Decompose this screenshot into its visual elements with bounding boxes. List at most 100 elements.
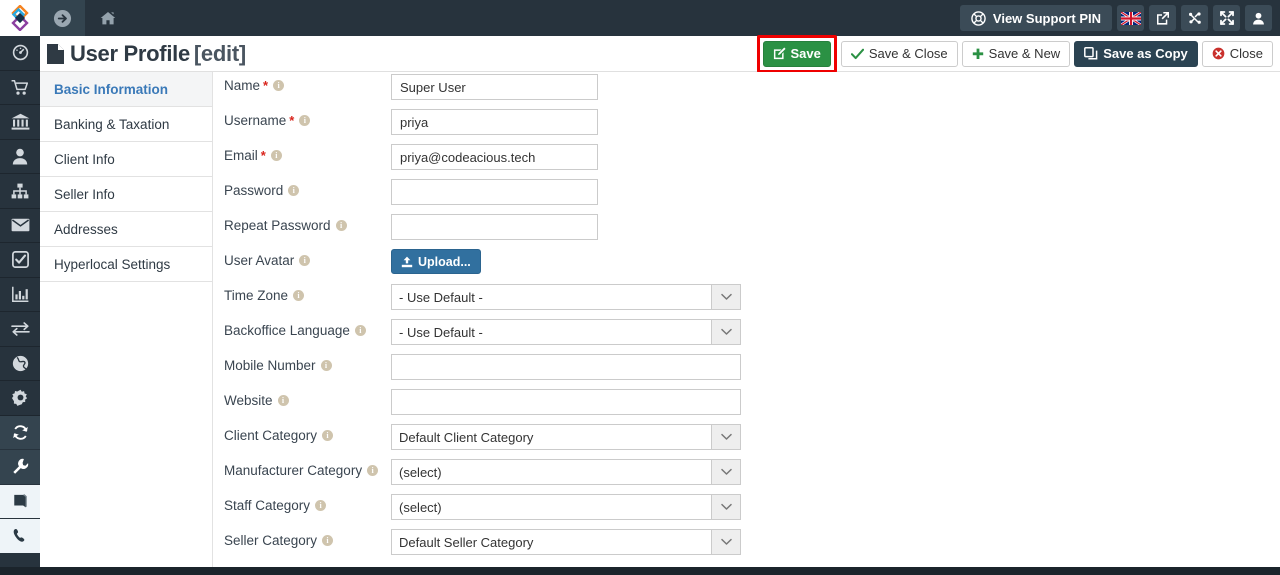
form-row-manufacturer-category: Manufacturer Category i (select) [213, 457, 1280, 492]
close-button[interactable]: Close [1201, 40, 1273, 67]
tab-seller-info[interactable]: Seller Info [40, 177, 212, 212]
info-icon[interactable]: i [299, 115, 311, 126]
info-icon[interactable]: i [277, 395, 289, 406]
tab-label: Client Info [54, 151, 115, 167]
sidebar-item-tasks[interactable] [0, 243, 40, 278]
sidebar-item-dashboard[interactable] [0, 36, 40, 71]
info-icon[interactable]: i [354, 325, 366, 336]
label-time-zone: Time Zone i [213, 282, 391, 303]
label-user-avatar: User Avatar i [213, 247, 391, 268]
time-zone-select[interactable]: - Use Default - [391, 284, 741, 310]
sidebar-item-shop[interactable] [0, 71, 40, 105]
client-category-select[interactable]: Default Client Category [391, 424, 741, 450]
tab-addresses[interactable]: Addresses [40, 212, 212, 247]
tab-label: Banking & Taxation [54, 116, 170, 132]
field-label-text: Time Zone [224, 288, 289, 303]
password-input[interactable] [391, 179, 598, 205]
fullscreen-button[interactable] [1213, 5, 1240, 31]
field-client-category: Default Client Category [391, 422, 741, 450]
label-email: Email * i [213, 142, 391, 163]
field-seller-category: Default Seller Category [391, 527, 741, 555]
info-icon[interactable]: i [288, 185, 300, 196]
joomla-icon [1188, 11, 1202, 25]
sidebar-item-mail[interactable] [0, 209, 40, 243]
sidebar-item-sync[interactable] [0, 415, 40, 450]
tab-banking-taxation[interactable]: Banking & Taxation [40, 107, 212, 142]
sidebar-item-bank[interactable] [0, 105, 40, 140]
forward-nav-button[interactable] [40, 0, 85, 36]
preview-site-button[interactable] [1149, 5, 1176, 31]
staff-category-select[interactable]: (select) [391, 494, 741, 520]
field-password [391, 177, 598, 205]
form-row-staff-category: Staff Category i (select) [213, 492, 1280, 527]
sidebar-item-reports[interactable] [0, 278, 40, 312]
sidebar-item-users[interactable] [0, 140, 40, 174]
upload-avatar-button[interactable]: Upload... [391, 249, 481, 274]
email-input[interactable] [391, 144, 598, 170]
save-as-copy-label: Save as Copy [1103, 46, 1188, 61]
sidebar-item-documentation[interactable] [0, 484, 40, 519]
left-icon-rail [0, 36, 40, 575]
info-icon[interactable]: i [293, 290, 305, 301]
form-row-password: Password i [213, 177, 1280, 212]
page-title-mode: [edit] [193, 40, 246, 66]
backoffice-language-select[interactable]: - Use Default - [391, 319, 741, 345]
tab-hyperlocal-settings[interactable]: Hyperlocal Settings [40, 247, 212, 282]
field-label-text: Password [224, 183, 284, 198]
page-title-group: User Profile [edit] [40, 41, 246, 67]
sidebar-item-sitemap[interactable] [0, 174, 40, 209]
field-staff-category: (select) [391, 492, 741, 520]
info-icon[interactable]: i [270, 150, 282, 161]
info-icon[interactable]: i [299, 255, 311, 266]
copy-icon [1084, 47, 1098, 60]
file-icon [45, 42, 66, 66]
field-label-text: Username [224, 113, 287, 128]
field-label-text: Client Category [224, 428, 318, 443]
sidebar-item-tools[interactable] [0, 450, 40, 485]
view-support-pin-button[interactable]: View Support PIN [959, 5, 1112, 31]
info-icon[interactable]: i [322, 430, 334, 441]
form-row-repeat-password: Repeat Password i [213, 212, 1280, 247]
language-flag-button[interactable] [1117, 5, 1144, 31]
user-menu-button[interactable] [1245, 5, 1272, 31]
info-icon[interactable]: i [335, 220, 347, 231]
page-body: Basic Information Banking & Taxation Clien… [40, 72, 1280, 567]
info-icon[interactable]: i [322, 535, 334, 546]
save-and-new-label: Save & New [988, 46, 1061, 61]
field-label-text: Website [224, 393, 273, 408]
tab-client-info[interactable]: Client Info [40, 142, 212, 177]
save-and-new-button[interactable]: Save & New [961, 40, 1071, 67]
home-button[interactable] [85, 0, 130, 36]
tab-basic-information[interactable]: Basic Information [40, 72, 212, 107]
repeat-password-input[interactable] [391, 214, 598, 240]
sidebar-item-support-call[interactable] [0, 519, 40, 554]
save-and-close-label: Save & Close [868, 46, 948, 61]
name-input[interactable] [391, 74, 598, 100]
form-row-client-category: Client Category i Default Client Category [213, 422, 1280, 457]
label-staff-category: Staff Category i [213, 492, 391, 513]
staff-category-selected-value: (select) [399, 499, 442, 515]
save-and-close-button[interactable]: Save & Close [840, 40, 958, 67]
mobile-number-input[interactable] [391, 354, 741, 380]
app-logo[interactable] [0, 0, 40, 36]
seller-category-selected-value: Default Seller Category [399, 534, 534, 550]
website-input[interactable] [391, 389, 741, 415]
info-icon[interactable]: i [367, 465, 379, 476]
label-name: Name * i [213, 72, 391, 93]
manufacturer-category-select[interactable]: (select) [391, 459, 741, 485]
seller-category-select[interactable]: Default Seller Category [391, 529, 741, 555]
info-icon[interactable]: i [273, 80, 285, 91]
field-label-text: Email [224, 148, 258, 163]
info-icon[interactable]: i [320, 360, 332, 371]
save-as-copy-button[interactable]: Save as Copy [1074, 40, 1198, 67]
sidebar-item-transactions[interactable] [0, 312, 40, 347]
sidebar-item-settings[interactable] [0, 381, 40, 416]
save-button[interactable]: Save [762, 40, 831, 67]
sidebar-item-regions[interactable] [0, 347, 40, 381]
username-input[interactable] [391, 109, 598, 135]
field-time-zone: - Use Default - [391, 282, 741, 310]
info-icon[interactable]: i [315, 500, 327, 511]
joomla-button[interactable] [1181, 5, 1208, 31]
required-asterisk: * [263, 78, 269, 93]
external-link-icon [1156, 11, 1170, 25]
